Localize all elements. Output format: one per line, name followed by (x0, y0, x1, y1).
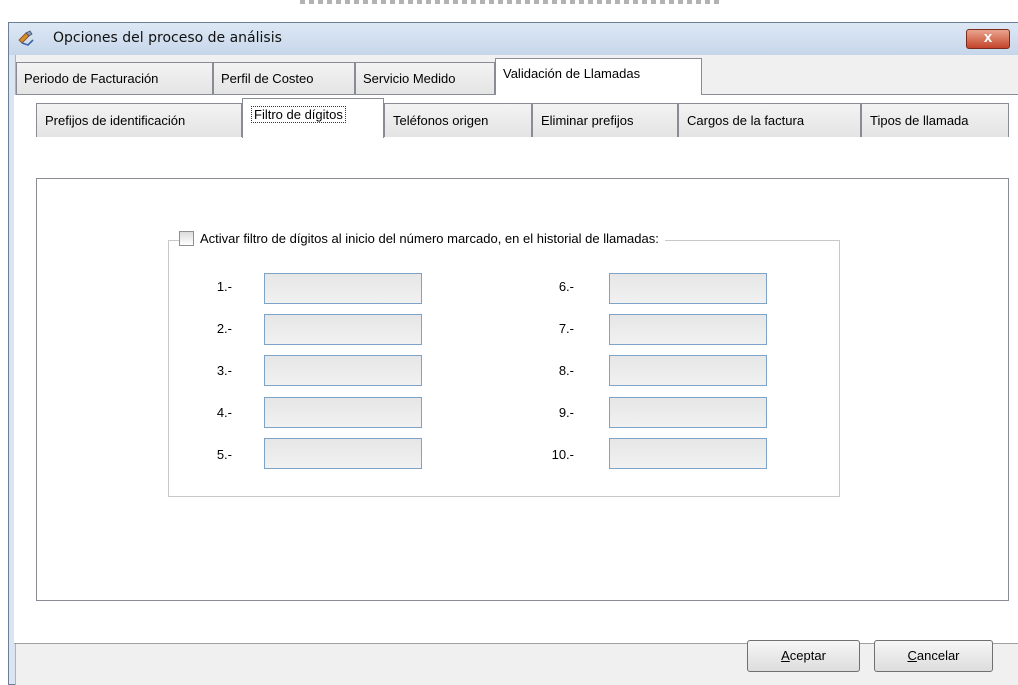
field-label-2: 2.- (216, 321, 232, 336)
tab-label: Eliminar prefijos (541, 113, 634, 128)
tab-label: Cargos de la factura (687, 113, 805, 128)
tab-prefijos-identificacion[interactable]: Prefijos de identificación (36, 103, 242, 137)
digit-field-5[interactable] (264, 438, 422, 469)
digit-field-3[interactable] (264, 355, 422, 386)
field-label-5: 5.- (216, 447, 232, 462)
tab-label: Periodo de Facturación (24, 71, 159, 86)
tab-label: Teléfonos origen (393, 113, 489, 128)
tab-label: Validación de Llamadas (503, 66, 641, 81)
accept-button[interactable]: Aceptar (747, 640, 860, 672)
tab-validacion-llamadas[interactable]: Validación de Llamadas (495, 58, 702, 95)
window-title: Opciones del proceso de análisis (53, 30, 282, 46)
activate-filter-checkbox[interactable] (179, 231, 194, 246)
field-label-7: 7.- (558, 321, 574, 336)
tab-filtro-digitos[interactable]: Filtro de dígitos (242, 98, 384, 138)
tab-telefonos-origen[interactable]: Teléfonos origen (384, 103, 532, 137)
digit-field-7[interactable] (609, 314, 767, 345)
tab-tipos-llamada[interactable]: Tipos de llamada (861, 103, 1009, 137)
cancel-button[interactable]: Cancelar (874, 640, 993, 672)
accept-mnemonic: A (781, 648, 790, 663)
digit-field-10[interactable] (609, 438, 767, 469)
filter-checkbox-row[interactable]: Activar filtro de dígitos al inicio del … (179, 231, 665, 246)
cropped-top-area (0, 0, 1018, 22)
tab-label: Prefijos de identificación (45, 113, 186, 128)
tab-label: Filtro de dígitos (251, 106, 346, 123)
cancel-mnemonic: C (907, 648, 917, 663)
tab-eliminar-prefijos[interactable]: Eliminar prefijos (532, 103, 678, 137)
cancel-label: ancelar (916, 648, 960, 663)
field-label-1: 1.- (216, 279, 232, 294)
cropped-text-fragment (300, 0, 720, 4)
field-label-6: 6.- (558, 279, 574, 294)
tab-cargos-factura[interactable]: Cargos de la factura (678, 103, 861, 137)
tab-label: Perfil de Costeo (221, 71, 314, 86)
digit-field-4[interactable] (264, 397, 422, 428)
field-label-3: 3.- (216, 363, 232, 378)
digit-field-2[interactable] (264, 314, 422, 345)
tab-servicio-medido[interactable]: Servicio Medido (355, 62, 495, 94)
field-label-8: 8.- (558, 363, 574, 378)
field-label-10: 10.- (551, 447, 574, 462)
tab-label: Servicio Medido (363, 71, 456, 86)
digit-field-9[interactable] (609, 397, 767, 428)
field-label-9: 9.- (558, 405, 574, 420)
tab-perfil-costeo[interactable]: Perfil de Costeo (213, 62, 355, 94)
digit-field-8[interactable] (609, 355, 767, 386)
tab-label: Tipos de llamada (870, 113, 969, 128)
close-button[interactable]: x (966, 29, 1010, 49)
tab-periodo-facturacion[interactable]: Periodo de Facturación (16, 62, 213, 94)
close-icon: x (983, 29, 993, 46)
app-icon (18, 30, 34, 46)
field-label-4: 4.- (216, 405, 232, 420)
digit-field-1[interactable] (264, 273, 422, 304)
digit-field-6[interactable] (609, 273, 767, 304)
activate-filter-label: Activar filtro de dígitos al inicio del … (200, 231, 659, 246)
accept-label: ceptar (789, 648, 826, 663)
title-bar[interactable]: Opciones del proceso de análisis x (9, 23, 1018, 55)
